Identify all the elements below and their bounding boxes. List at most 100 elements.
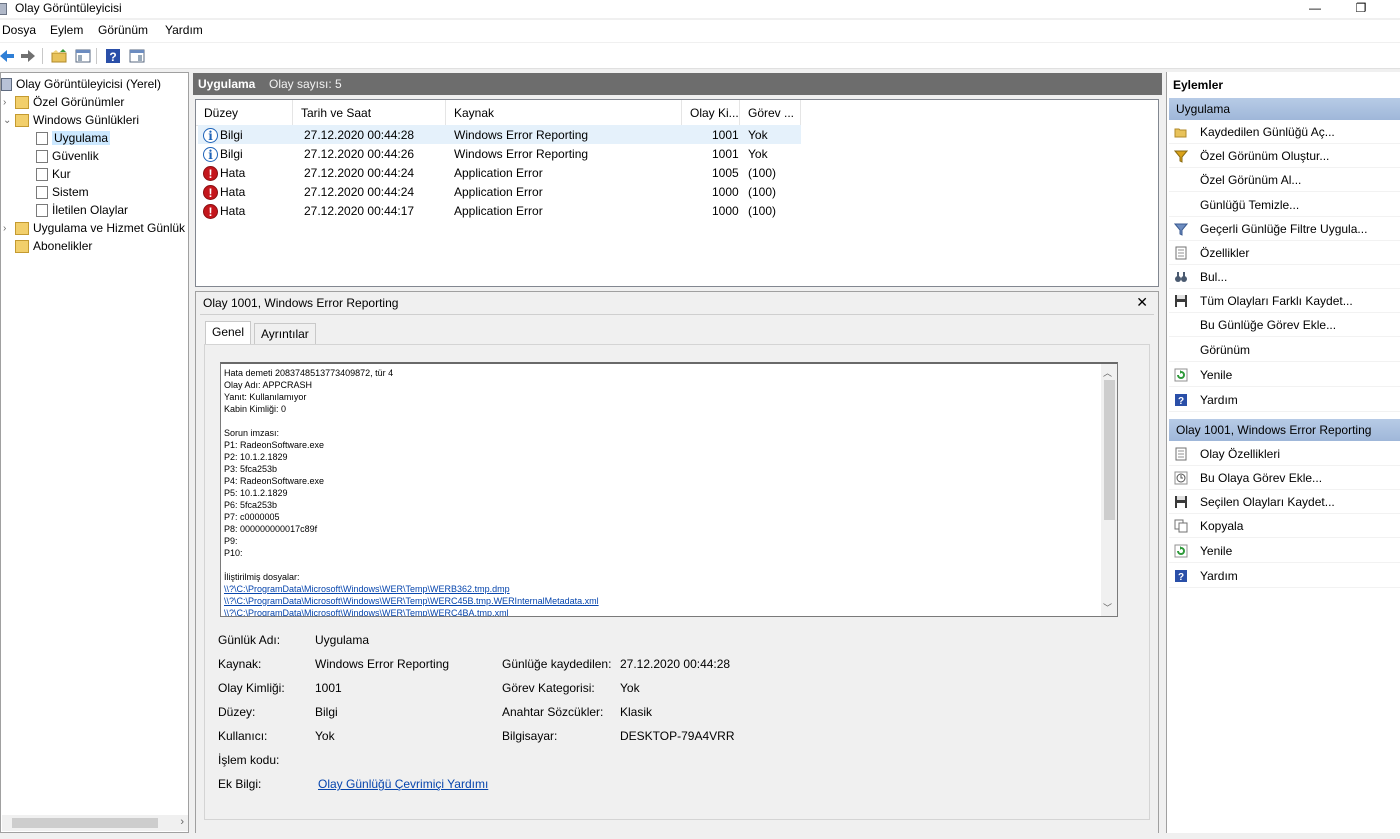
attached-file-link[interactable]: \\?\C:\ProgramData\Microsoft\Windows\WER… — [224, 584, 510, 594]
tree-node-subscriptions[interactable]: Abonelikler — [15, 237, 92, 255]
label-log-name: Günlük Adı: — [218, 633, 281, 647]
value-source: Windows Error Reporting — [315, 657, 450, 671]
action-properties[interactable]: Özellikler — [1169, 241, 1400, 265]
up-folder-icon[interactable] — [49, 46, 69, 66]
action-find[interactable]: Bul... — [1169, 265, 1400, 289]
console-tree: Olay Görüntüleyicisi (Yerel) › Özel Görü… — [0, 72, 189, 833]
event-description-box[interactable]: Hata demeti 2083748513773409872, tür 4 O… — [220, 362, 1118, 617]
collapse-chevron-icon[interactable]: ⌄ — [3, 115, 15, 126]
column-level[interactable]: Düzey — [196, 100, 293, 126]
scroll-down-icon[interactable]: ﹀ — [1103, 601, 1112, 614]
tree-node-system[interactable]: Sistem — [36, 183, 89, 201]
action-create-custom-view[interactable]: Özel Görünüm Oluştur... — [1169, 144, 1400, 168]
action-help[interactable]: ? Yardım — [1169, 388, 1400, 412]
tree-node-app-service-logs[interactable]: › Uygulama ve Hizmet Günlük — [3, 219, 185, 237]
open-folder-icon — [1174, 128, 1187, 138]
label-keywords: Anahtar Sözcükler: — [502, 705, 604, 719]
log-icon — [36, 149, 48, 163]
show-hide-console-tree-icon[interactable] — [73, 46, 93, 66]
tree-node-forwarded-events[interactable]: İletilen Olaylar — [36, 201, 128, 219]
menu-help[interactable]: Yardım — [165, 23, 203, 37]
toolbar-separator — [96, 48, 97, 64]
actions-section-application[interactable]: Uygulama — [1169, 98, 1400, 120]
restore-button[interactable]: ❐ — [1338, 0, 1384, 18]
online-help-link[interactable]: Olay Günlüğü Çevrimiçi Yardımı — [318, 777, 488, 791]
action-refresh[interactable]: Yenile — [1169, 363, 1400, 387]
table-row[interactable]: ! Hata 27.12.2020 00:44:17 Application E… — [198, 201, 801, 220]
event-list: Düzey Tarih ve Saat Kaynak Olay Ki... Gö… — [195, 99, 1159, 287]
column-event-id[interactable]: Olay Ki... — [682, 100, 740, 126]
svg-text:?: ? — [1178, 396, 1184, 407]
event-list-header: Düzey Tarih ve Saat Kaynak Olay Ki... Gö… — [196, 100, 801, 126]
general-tab-pane: Hata demeti 2083748513773409872, tür 4 O… — [204, 344, 1150, 820]
save-icon — [1175, 496, 1187, 508]
description-vertical-scrollbar[interactable]: ︿ ﹀ — [1101, 364, 1117, 616]
menu-action[interactable]: Eylem — [50, 23, 83, 37]
actions-section-event[interactable]: Olay 1001, Windows Error Reporting — [1169, 419, 1400, 441]
tab-general[interactable]: Genel — [205, 321, 252, 345]
error-icon: ! — [203, 166, 218, 181]
table-row[interactable]: i Bilgi 27.12.2020 00:44:26 Windows Erro… — [198, 144, 801, 163]
action-help-event[interactable]: ? Yardım — [1169, 564, 1400, 588]
action-attach-task-to-log[interactable]: Bu Günlüğe Görev Ekle... — [1169, 313, 1400, 337]
scrollbar-thumb[interactable] — [12, 818, 158, 828]
minimize-button[interactable]: — — [1292, 0, 1338, 18]
action-save-selected-events[interactable]: Seçilen Olayları Kaydet... — [1169, 490, 1400, 514]
forward-icon[interactable] — [18, 46, 38, 66]
table-row[interactable]: ! Hata 27.12.2020 00:44:24 Application E… — [198, 182, 801, 201]
action-refresh-event[interactable]: Yenile — [1169, 539, 1400, 563]
expand-chevron-icon[interactable]: › — [3, 97, 15, 108]
tree-node-application[interactable]: Uygulama — [36, 129, 111, 147]
scroll-right-icon[interactable]: › — [180, 816, 184, 828]
action-filter-current-log[interactable]: Geçerli Günlüğe Filtre Uygula... — [1169, 217, 1400, 241]
close-icon[interactable]: ✕ — [1136, 294, 1148, 311]
attached-file-link[interactable]: \\?\C:\ProgramData\Microsoft\Windows\WER… — [224, 608, 509, 616]
label-event-id: Olay Kimliği: — [218, 681, 285, 695]
action-open-saved-log[interactable]: Kaydedilen Günlüğü Aç... — [1169, 120, 1400, 144]
tree-node-custom-views[interactable]: › Özel Görünümler — [3, 93, 124, 111]
event-viewer-window: Olay Görüntüleyicisi — ❐ Dosya Eylem Gör… — [0, 0, 1400, 839]
folder-icon — [15, 95, 29, 109]
tree-horizontal-scrollbar[interactable]: › — [2, 815, 188, 831]
attached-file-link[interactable]: \\?\C:\ProgramData\Microsoft\Windows\WER… — [224, 596, 599, 606]
action-attach-task-to-event[interactable]: Bu Olaya Görev Ekle... — [1169, 466, 1400, 490]
value-level: Bilgi — [315, 705, 338, 719]
title-bar: Olay Görüntüleyicisi — ❐ — [0, 0, 1400, 18]
tree-node-security[interactable]: Güvenlik — [36, 147, 99, 165]
filter-icon — [1174, 150, 1188, 163]
event-viewer-app-icon — [0, 3, 7, 15]
help-icon[interactable]: ? — [103, 46, 123, 66]
back-icon[interactable] — [0, 46, 17, 66]
toolbar: ? — [0, 43, 1400, 69]
column-task-category[interactable]: Görev ... — [740, 100, 801, 126]
refresh-icon — [1174, 368, 1188, 382]
table-row[interactable]: i Bilgi 27.12.2020 00:44:28 Windows Erro… — [198, 125, 801, 144]
action-event-properties[interactable]: Olay Özellikleri — [1169, 442, 1400, 466]
help-icon: ? — [1175, 394, 1187, 407]
copy-icon — [1174, 519, 1188, 533]
refresh-icon — [1174, 544, 1188, 558]
expand-chevron-icon[interactable]: › — [3, 223, 15, 234]
action-clear-log[interactable]: Günlüğü Temizle... — [1169, 193, 1400, 217]
column-source[interactable]: Kaynak — [446, 100, 682, 126]
scroll-up-icon[interactable]: ︿ — [1103, 366, 1112, 379]
tree-node-setup[interactable]: Kur — [36, 165, 71, 183]
table-row[interactable]: ! Hata 27.12.2020 00:44:24 Application E… — [198, 163, 801, 182]
show-hide-action-pane-icon[interactable] — [127, 46, 147, 66]
menu-view[interactable]: Görünüm — [98, 23, 148, 37]
action-save-all-events-as[interactable]: Tüm Olayları Farklı Kaydet... — [1169, 289, 1400, 313]
svg-text:?: ? — [109, 50, 116, 64]
tree-node-windows-logs[interactable]: ⌄ Windows Günlükleri — [3, 111, 139, 129]
action-copy[interactable]: Kopyala — [1169, 514, 1400, 538]
action-view[interactable]: Görünüm — [1169, 338, 1400, 362]
column-datetime[interactable]: Tarih ve Saat — [293, 100, 446, 126]
menu-bar: Dosya Eylem Görünüm Yardım — [0, 20, 1400, 42]
tab-details[interactable]: Ayrıntılar — [254, 323, 316, 345]
label-source: Kaynak: — [218, 657, 262, 671]
scrollbar-thumb[interactable] — [1104, 380, 1115, 520]
action-import-custom-view[interactable]: Özel Görünüm Al... — [1169, 168, 1400, 192]
tree-node-root[interactable]: Olay Görüntüleyicisi (Yerel) — [1, 75, 161, 93]
error-icon: ! — [203, 204, 218, 219]
value-task-category: Yok — [620, 681, 640, 695]
menu-file[interactable]: Dosya — [2, 23, 36, 37]
